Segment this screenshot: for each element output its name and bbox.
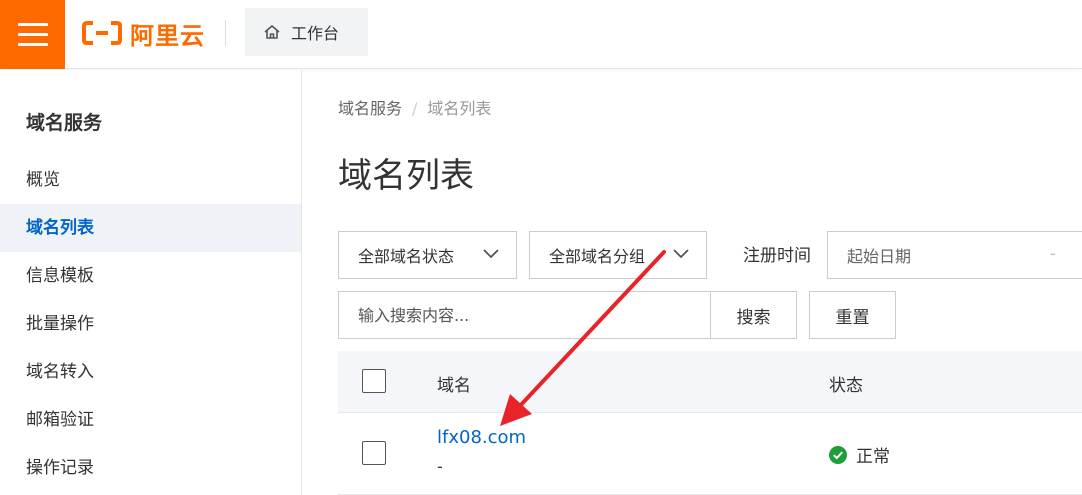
start-date-placeholder: 起始日期 <box>847 247 912 266</box>
sidebar-item-operation-log[interactable]: 操作记录 <box>0 444 301 492</box>
top-bar: 阿里云 工作台 <box>0 0 1082 69</box>
table-row: lfx08.com - 正常 <box>338 413 1082 495</box>
date-separator: - <box>1050 244 1056 263</box>
sidebar-item-overview[interactable]: 概览 <box>0 156 301 204</box>
check-circle-icon <box>829 445 847 464</box>
home-icon <box>264 25 280 39</box>
select-all-checkbox[interactable] <box>362 369 386 393</box>
breadcrumb-current: 域名列表 <box>427 99 492 118</box>
sidebar-item-info-template[interactable]: 信息模板 <box>0 252 301 300</box>
status-text: 正常 <box>856 447 890 467</box>
sidebar-item-batch-operation[interactable]: 批量操作 <box>0 300 301 348</box>
workbench-label: 工作台 <box>291 24 340 43</box>
row-checkbox[interactable] <box>362 441 386 465</box>
breadcrumb-parent[interactable]: 域名服务 <box>338 99 402 118</box>
domain-link[interactable]: lfx08.com <box>437 427 526 448</box>
hamburger-icon <box>17 23 48 26</box>
brand-name: 阿里云 <box>130 21 205 50</box>
page-title: 域名列表 <box>338 156 474 196</box>
reg-time-label: 注册时间 <box>743 246 811 266</box>
status-cell: 正常 <box>829 442 890 467</box>
group-filter-value: 全部域名分组 <box>549 247 646 266</box>
table-header: 域名 状态 <box>338 351 1082 413</box>
chevron-down-icon <box>483 249 499 259</box>
start-date-input[interactable]: 起始日期 - <box>827 231 1082 279</box>
status-filter-select[interactable]: 全部域名状态 <box>338 231 517 279</box>
aliyun-logo-icon <box>82 21 122 45</box>
hamburger-menu-button[interactable] <box>0 0 65 69</box>
brand-logo[interactable]: 阿里云 <box>82 17 205 50</box>
workbench-button[interactable]: 工作台 <box>245 8 368 56</box>
group-filter-select[interactable]: 全部域名分组 <box>529 231 707 279</box>
sidebar-item-domain-transfer[interactable]: 域名转入 <box>0 348 301 396</box>
breadcrumb: 域名服务 / 域名列表 <box>338 95 491 119</box>
sidebar-item-email-verify[interactable]: 邮箱验证 <box>0 396 301 444</box>
main-content: 域名服务 / 域名列表 域名列表 全部域名状态 全部域名分组 注册时间 起始日期 -… <box>302 70 1082 495</box>
breadcrumb-separator: / <box>412 99 418 118</box>
column-header-status[interactable]: 状态 <box>829 371 863 396</box>
search-button[interactable]: 搜索 <box>710 291 797 339</box>
reset-button[interactable]: 重置 <box>809 291 896 339</box>
search-input[interactable] <box>338 291 711 339</box>
chevron-down-icon <box>673 249 689 259</box>
sidebar-item-domain-list[interactable]: 域名列表 <box>0 204 301 252</box>
domain-subtext: - <box>437 457 443 476</box>
status-filter-value: 全部域名状态 <box>358 247 455 266</box>
sidebar-title: 域名服务 <box>26 112 103 134</box>
top-divider <box>225 20 226 46</box>
column-header-domain[interactable]: 域名 <box>437 371 471 396</box>
sidebar: 域名服务 概览 域名列表 信息模板 批量操作 域名转入 邮箱验证 操作记录 <box>0 70 302 495</box>
